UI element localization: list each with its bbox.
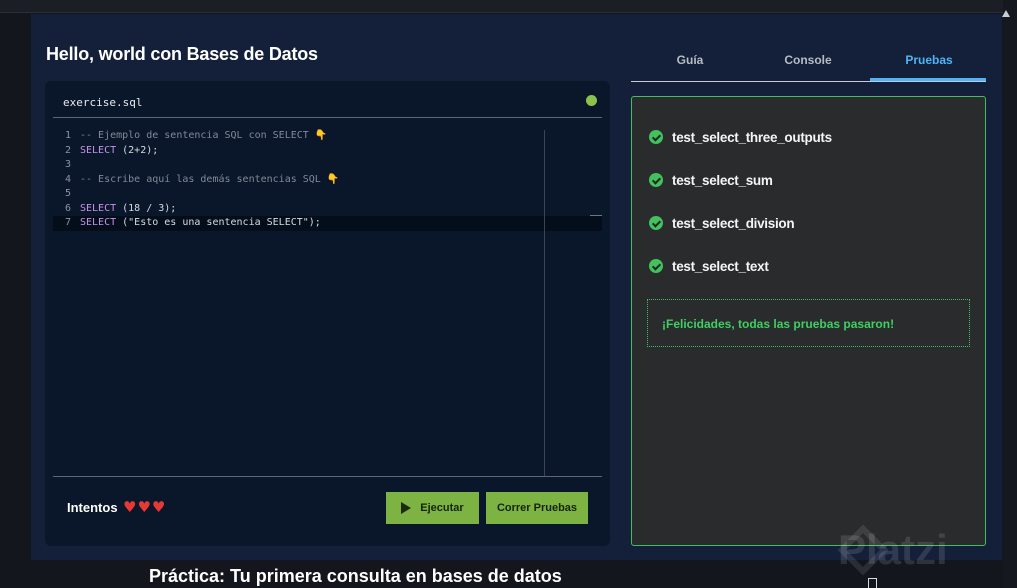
tab-guia[interactable]: Guía — [631, 40, 749, 82]
code-line[interactable]: 7 SELECT ("Esto es una sentencia SELECT")… — [53, 216, 602, 231]
run-tests-button[interactable]: Correr Pruebas — [486, 492, 588, 524]
tab-pruebas[interactable]: Pruebas — [870, 40, 988, 82]
test-item: test_select_text — [649, 257, 769, 275]
check-circle-icon — [649, 259, 663, 273]
editor-scroll-thumb[interactable] — [590, 215, 602, 216]
scroll-up-arrow-icon[interactable] — [1002, 10, 1010, 17]
line-number: 2 — [64, 144, 71, 156]
code-token: SELECT — [80, 217, 117, 228]
editor-scrollbar[interactable] — [544, 130, 545, 476]
top-strip — [0, 0, 1017, 13]
pointing-down-icon: 👇 — [314, 130, 328, 141]
code-token: SELECT — [80, 144, 117, 156]
flag-icon[interactable] — [868, 578, 877, 588]
pointing-down-icon: 👇 — [326, 173, 340, 185]
watermark: Platzi — [838, 526, 948, 573]
line-number: 3 — [64, 159, 71, 170]
test-item: test_select_three_outputs — [649, 128, 832, 146]
code-token: ("Esto es una sentencia SELECT"); — [116, 217, 321, 228]
success-message: ¡Felicidades, todas las pruebas pasaron! — [662, 317, 895, 331]
run-button[interactable]: Ejecutar — [386, 492, 479, 524]
editor-header: exercise.sql — [53, 81, 602, 118]
test-name: test_select_division — [672, 215, 795, 231]
file-name: exercise.sql — [63, 96, 143, 109]
code-editor: exercise.sql 1 -- Ejemplo de sentencia SQ… — [45, 81, 610, 546]
line-number: 4 — [64, 173, 71, 185]
check-circle-icon — [649, 216, 663, 230]
run-tests-button-label: Correr Pruebas — [496, 502, 578, 514]
code-token: SELECT — [80, 202, 117, 214]
code-token: -- Escribe aquí las demás sentencias SQL — [80, 173, 327, 185]
page-title: Hello, world con Bases de Datos — [46, 44, 318, 64]
code-line[interactable]: 4 -- Escribe aquí las demás sentencias SQ… — [53, 173, 602, 188]
editor-divider — [53, 476, 602, 477]
test-item: test_select_sum — [649, 171, 773, 189]
tests-panel: test_select_three_outputs test_select_su… — [631, 96, 986, 546]
code-token: (18 / 3); — [116, 202, 177, 214]
code-token: -- Ejemplo de sentencia SQL con SELECT — [80, 130, 315, 141]
code-line[interactable]: 5 — [53, 187, 602, 202]
code-line[interactable]: 1 -- Ejemplo de sentencia SQL con SELECT … — [53, 129, 602, 144]
code-token: (2+2); — [116, 144, 159, 156]
check-circle-icon — [649, 130, 663, 144]
line-number: 1 — [64, 130, 71, 141]
line-number: 5 — [64, 188, 71, 199]
test-name: test_select_sum — [672, 172, 773, 188]
code-line[interactable]: 3 — [53, 158, 602, 173]
attempts-hearts: ♥♥♥ — [123, 498, 166, 517]
right-tabs: Guía Console Pruebas — [631, 40, 986, 82]
attempts-label: Intentos — [67, 500, 118, 515]
active-tab-indicator — [870, 78, 986, 81]
code-line[interactable]: 2 SELECT (2+2); — [53, 144, 602, 159]
code-line[interactable]: 6 SELECT (18 / 3); — [53, 202, 602, 217]
tab-console[interactable]: Console — [749, 40, 867, 82]
status-dot-icon — [586, 95, 597, 106]
check-circle-icon — [649, 173, 663, 187]
test-item: test_select_division — [649, 214, 795, 232]
lesson-title: Práctica: Tu primera consulta en bases d… — [149, 566, 562, 586]
play-icon — [401, 502, 412, 514]
line-number: 7 — [64, 217, 71, 228]
run-button-label: Ejecutar — [420, 502, 464, 514]
test-name: test_select_three_outputs — [672, 129, 832, 145]
success-message-box: ¡Felicidades, todas las pruebas pasaron! — [647, 299, 970, 347]
heart-icon: ♥ — [151, 498, 166, 516]
heart-icon: ♥ — [123, 498, 137, 516]
line-number: 6 — [64, 202, 71, 214]
code-area[interactable]: 1 -- Ejemplo de sentencia SQL con SELECT … — [53, 129, 602, 475]
test-name: test_select_text — [672, 258, 769, 274]
heart-icon: ♥ — [137, 498, 151, 516]
window-scrollbar[interactable] — [1002, 0, 1017, 588]
